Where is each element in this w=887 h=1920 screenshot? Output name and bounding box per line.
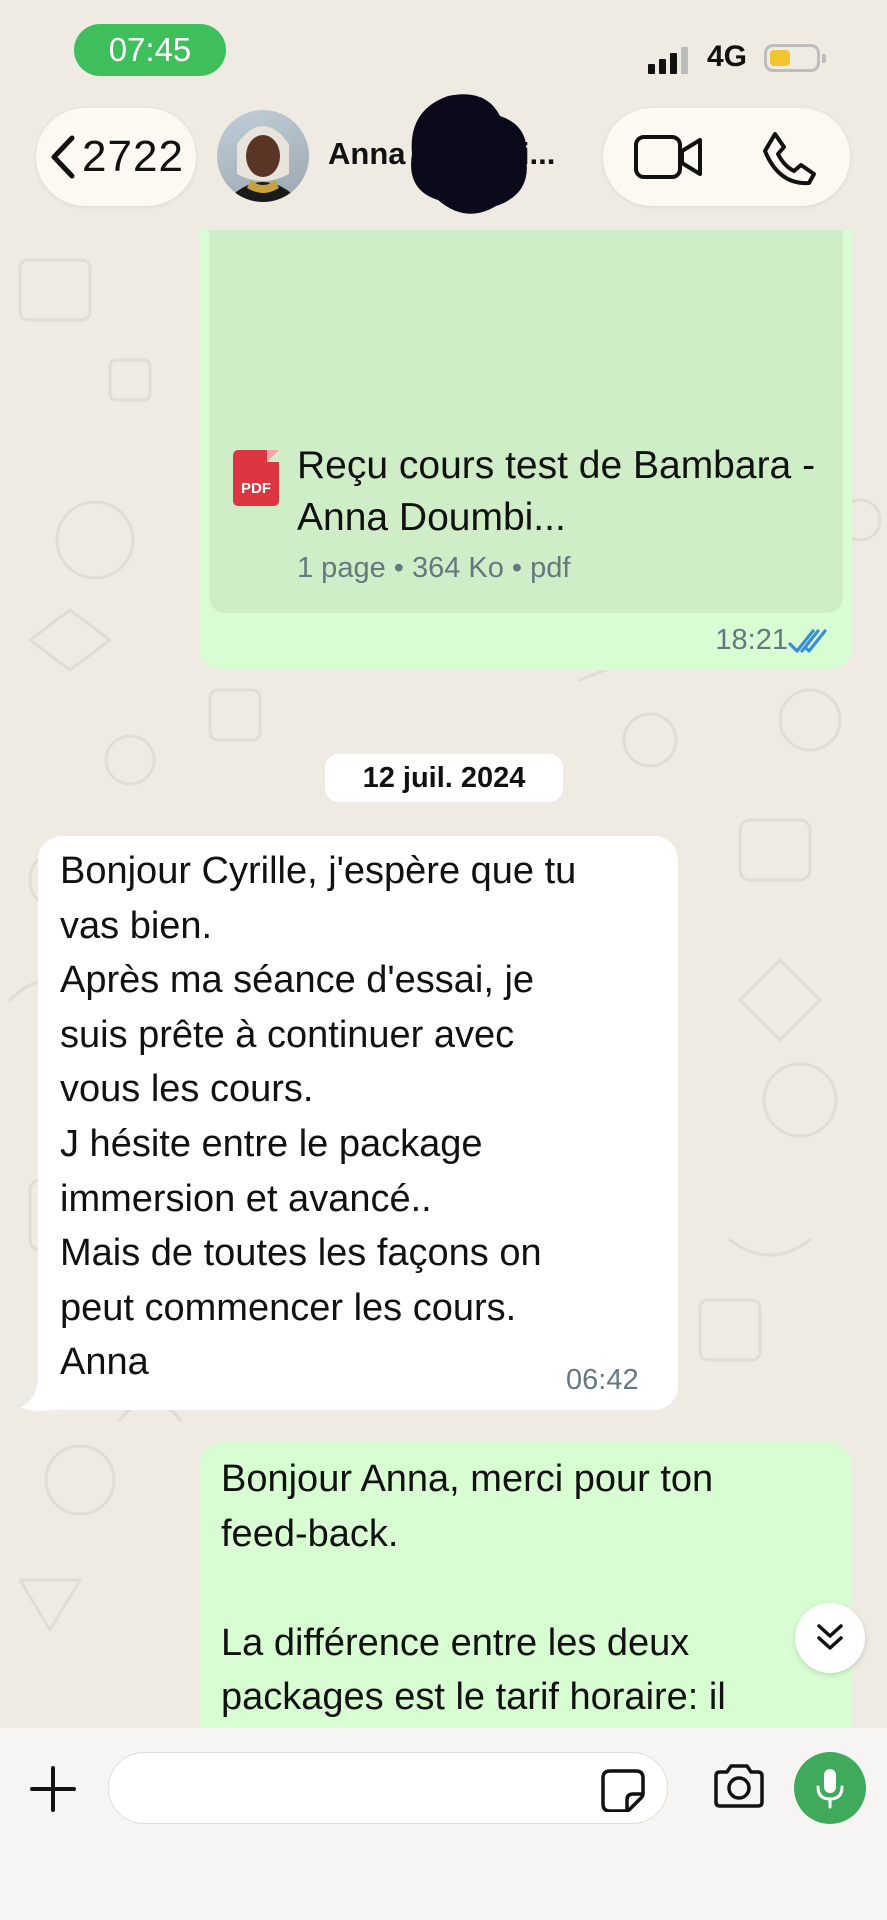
network-type: 4G	[707, 40, 748, 73]
message-line: Après ma séance d'essai, je	[60, 959, 535, 1002]
message-line: vas bien.	[60, 904, 213, 947]
read-receipt-icon	[788, 629, 827, 653]
scroll-to-bottom-button[interactable]	[795, 1603, 865, 1673]
incoming-message-text: Bonjour Cyrille, j'espère que tu vas bie…	[60, 844, 660, 1390]
message-time: 06:42	[566, 1364, 639, 1396]
status-time: 07:45	[74, 24, 226, 76]
camera-icon[interactable]	[712, 1762, 766, 1810]
battery-icon	[764, 44, 826, 72]
date-separator: 12 juil. 2024	[325, 754, 563, 802]
microphone-icon	[816, 1769, 844, 1809]
message-line	[221, 1561, 821, 1616]
message-line: peut commencer les cours.	[60, 1286, 517, 1329]
message-line: packages est le tarif horaire: il	[221, 1676, 726, 1719]
message-line: Mais de toutes les façons on	[60, 1232, 542, 1275]
call-actions	[603, 108, 850, 206]
document-preview[interactable]: PDF Reçu cours test de Bambara - Anna Do…	[209, 230, 843, 613]
message-line: immersion et avancé..	[60, 1177, 432, 1220]
message-line: Bonjour Anna, merci pour ton	[221, 1458, 714, 1500]
message-input[interactable]	[108, 1752, 668, 1824]
message-line: La différence entre les deux	[221, 1621, 690, 1664]
message-line: vous les cours.	[60, 1068, 314, 1111]
pdf-icon: PDF	[233, 450, 279, 506]
signal-strength-icon	[648, 44, 688, 74]
avatar-photo	[225, 126, 301, 202]
redaction-scribble	[411, 94, 527, 214]
message-line: suis prête à continuer avec	[60, 1013, 515, 1056]
document-message[interactable]: PDF Reçu cours test de Bambara - Anna Do…	[200, 230, 852, 670]
contact-avatar[interactable]	[217, 110, 309, 202]
video-call-icon[interactable]	[633, 132, 703, 182]
back-button[interactable]: 2722	[36, 108, 196, 206]
message-line: Bonjour Cyrille, j'espère que tu	[60, 850, 577, 892]
microphone-button[interactable]	[794, 1752, 866, 1824]
bubble-tail	[20, 1378, 58, 1411]
phone-call-icon[interactable]	[761, 130, 817, 186]
double-chevron-down-icon	[817, 1624, 843, 1650]
message-time: 18:21	[715, 624, 788, 656]
chevron-left-icon	[51, 135, 75, 179]
plus-icon[interactable]	[26, 1762, 80, 1816]
status-bar: 07:45 4G	[0, 0, 887, 100]
document-meta: 1 page • 364 Ko • pdf	[297, 552, 571, 584]
message-line: J hésite entre le package	[60, 1122, 483, 1165]
pdf-icon-label: PDF	[241, 480, 271, 497]
document-title: Reçu cours test de Bambara - Anna Doumbi…	[297, 444, 816, 539]
outgoing-message-text: Bonjour Anna, merci pour ton feed-back. …	[221, 1452, 821, 1725]
sticker-icon[interactable]	[600, 1768, 646, 1812]
message-line: feed-back.	[221, 1512, 399, 1555]
unread-count: 2722	[82, 132, 184, 181]
